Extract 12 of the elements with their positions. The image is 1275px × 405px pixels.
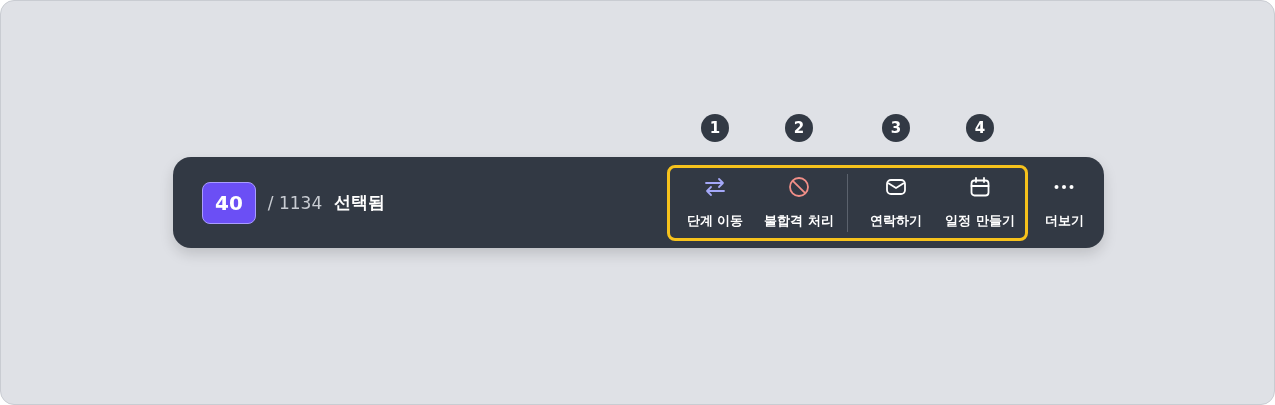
- step-marker: 2: [785, 113, 813, 142]
- selected-count-badge: 40: [202, 181, 256, 224]
- step-marker: 1: [701, 113, 729, 142]
- step-marker: 3: [882, 113, 910, 142]
- more-icon: [1054, 185, 1074, 189]
- more-button[interactable]: 더보기: [1028, 175, 1100, 230]
- selected-label: 선택됨: [334, 191, 386, 214]
- total-count: / 1134: [267, 192, 323, 213]
- swap-arrows-icon: [703, 175, 727, 199]
- calendar-icon: [968, 175, 992, 199]
- step-marker: 4: [966, 113, 994, 142]
- prohibited-icon: [787, 175, 811, 199]
